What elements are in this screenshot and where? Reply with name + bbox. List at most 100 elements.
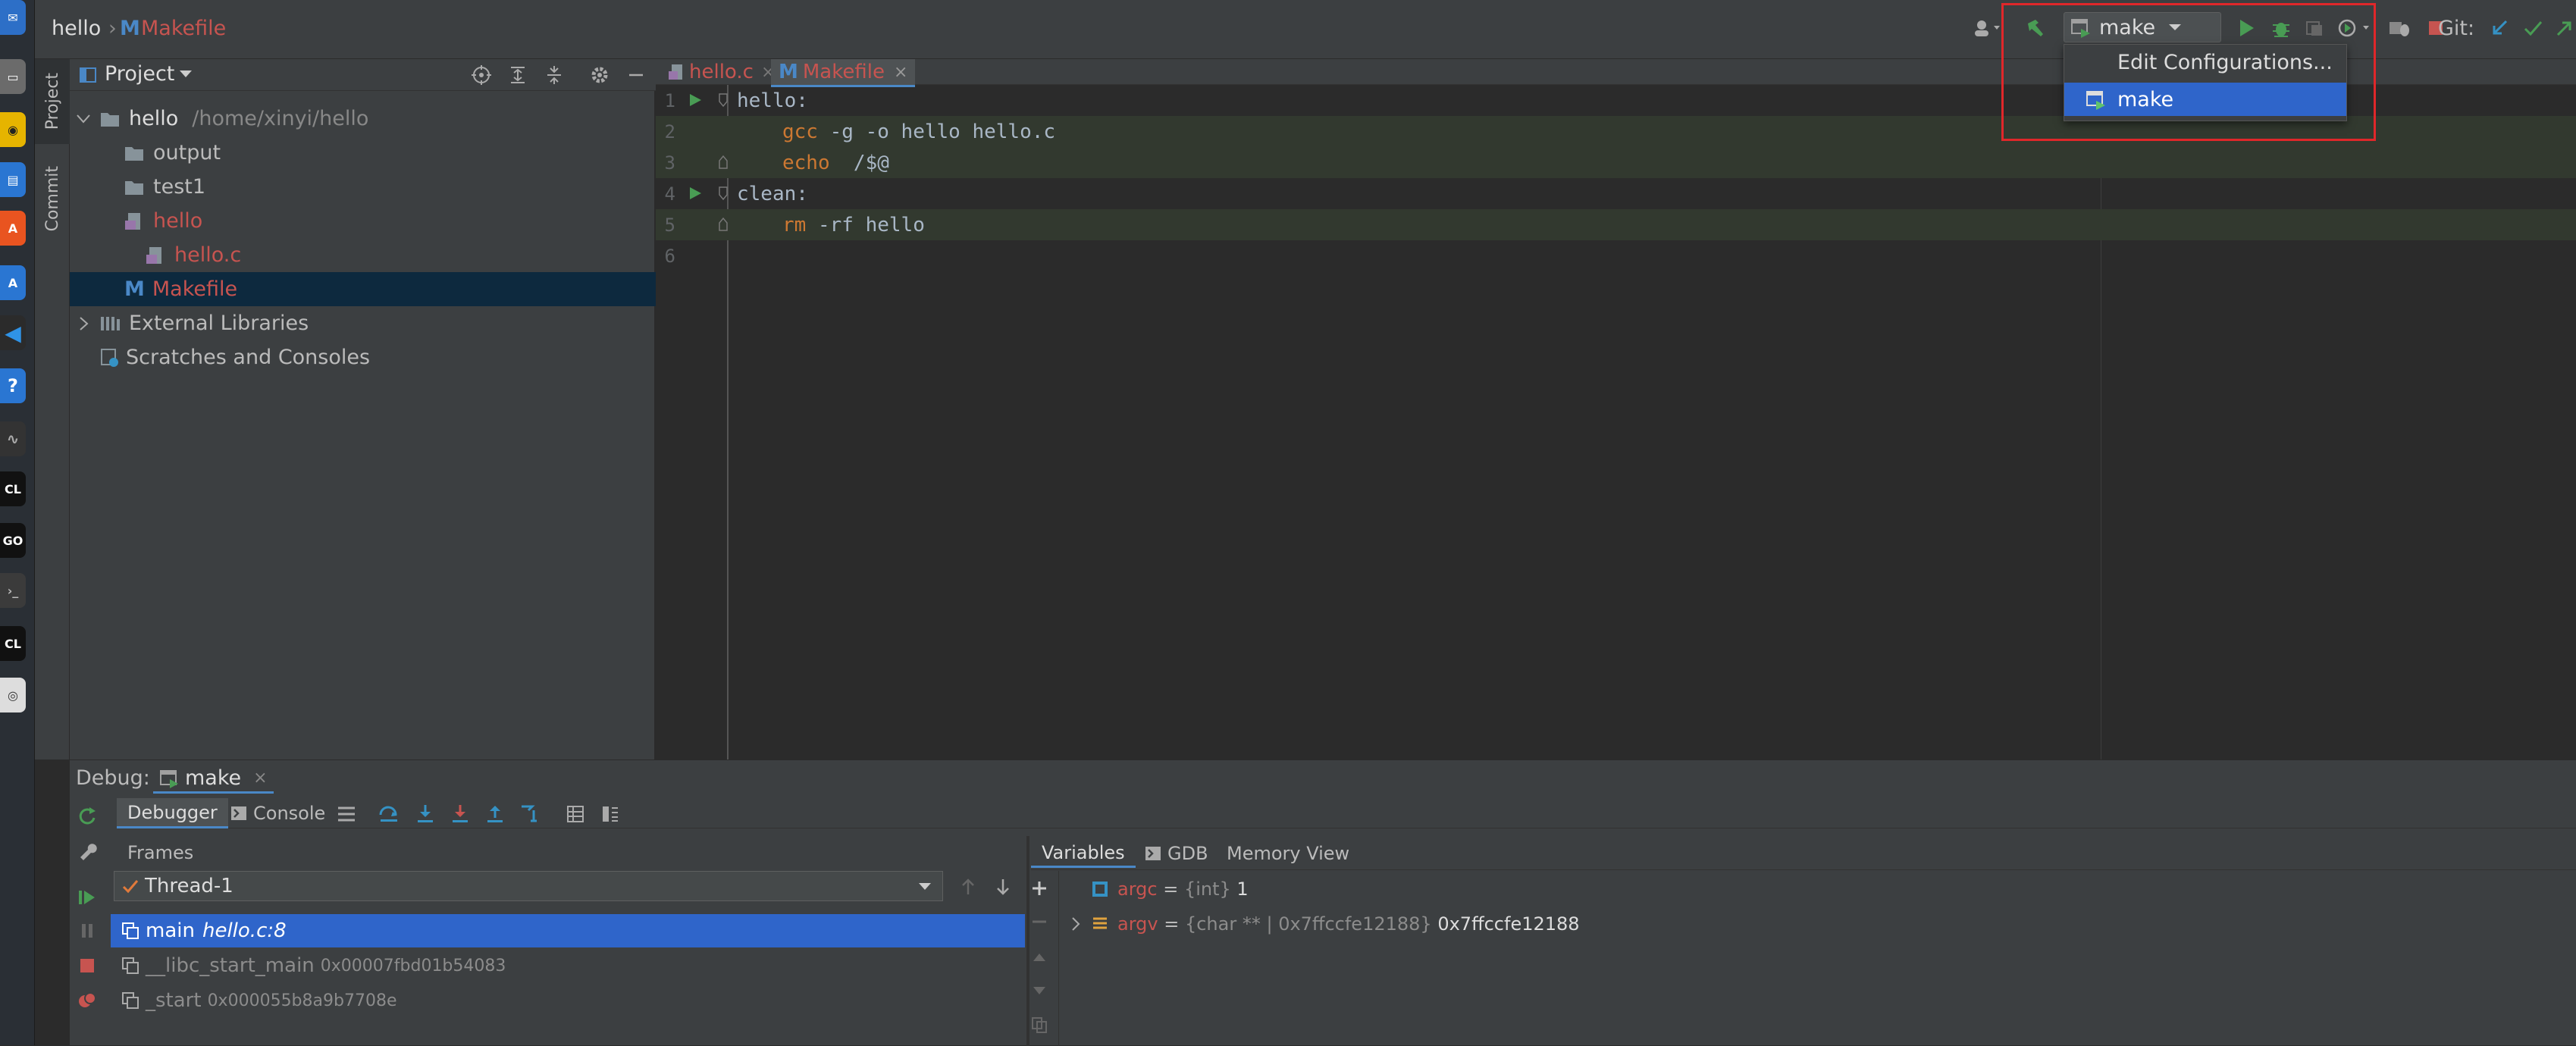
thread-selector[interactable]: Thread-1 [114, 871, 943, 901]
executable-file-icon [125, 212, 140, 230]
debug-tool-window: Debug: make × Debugger Console Frames Th… [70, 759, 2576, 1046]
tab-console[interactable]: Console [230, 798, 325, 828]
collapse-all-icon[interactable] [544, 65, 564, 85]
makefile-icon: M [124, 277, 145, 301]
config-icon [160, 769, 178, 788]
highlight-annotation-box [2001, 3, 2376, 141]
tree-scratches[interactable]: Scratches and Consoles [70, 340, 656, 374]
chevron-down-icon [180, 70, 192, 77]
force-step-into-icon[interactable] [449, 803, 472, 825]
console-icon [1145, 847, 1161, 860]
frame-row-start[interactable]: _start 0x000055b8a9b7708e [111, 984, 1025, 1017]
editor: hello.c × M Makefile × 1 hello: 2 gcc -g… [656, 59, 2576, 759]
variable-row-argv[interactable]: argv = {char ** | 0x7ffccfe12188} 0x7ffc… [1064, 909, 1580, 939]
add-watch-icon[interactable] [1028, 877, 1051, 900]
watch-toolbar-divider [1058, 871, 1059, 1046]
clion-icon[interactable]: CL [0, 471, 26, 506]
tab-memory-view[interactable]: Memory View [1227, 839, 1349, 868]
commit-tab-label: Commit [42, 165, 62, 232]
project-tool-tab[interactable]: Project [35, 59, 70, 144]
tree-item-hello-binary[interactable]: hello [70, 204, 656, 238]
run-target-icon[interactable] [688, 186, 703, 201]
commit-tool-tab[interactable]: Commit [35, 153, 70, 244]
rerun-icon[interactable] [76, 804, 99, 827]
root-path: /home/xinyi/hello [192, 107, 369, 130]
run-target-icon[interactable] [688, 92, 703, 108]
minimize-icon[interactable] [626, 65, 646, 85]
code-line-5[interactable]: 5 rm -rf hello [656, 209, 2576, 240]
rhythmbox-icon[interactable]: ◉ [0, 112, 26, 147]
clion-icon-2[interactable]: CL [0, 626, 26, 661]
git-push-icon[interactable] [2552, 17, 2574, 39]
checkmark-icon [122, 880, 139, 894]
software-icon[interactable]: A [0, 211, 26, 246]
breadcrumb-file[interactable]: Makefile [141, 17, 226, 40]
git-update-icon[interactable] [2488, 17, 2511, 39]
debug-session-tab[interactable]: make × [153, 765, 274, 794]
step-over-icon[interactable] [378, 803, 400, 825]
frame-row-main[interactable]: main hello.c:8 [111, 914, 1025, 947]
code-line-3[interactable]: 3 echo /$@ [656, 147, 2576, 178]
c-file-icon [669, 64, 682, 80]
folder-icon [125, 146, 143, 161]
frame-icon [122, 957, 139, 974]
scratches-icon [101, 348, 118, 367]
tab-debugger[interactable]: Debugger [117, 798, 228, 828]
step-out-icon[interactable] [484, 803, 506, 825]
fold-icon [719, 93, 728, 108]
next-frame-icon[interactable] [992, 875, 1014, 898]
tab-variables[interactable]: Variables [1031, 839, 1136, 868]
tree-item-hello-c[interactable]: hello.c [70, 238, 656, 272]
view-breakpoints-icon[interactable] [76, 989, 99, 1012]
vscode-icon[interactable]: ◀ [0, 315, 26, 350]
fold-icon [719, 186, 728, 201]
table-view-icon[interactable] [564, 803, 587, 825]
locate-icon[interactable] [472, 65, 491, 85]
tab-hello-c[interactable]: hello.c × [660, 59, 782, 85]
tree-external-libraries[interactable]: External Libraries [70, 306, 656, 340]
variable-row-argc[interactable]: argc = {int} 1 [1064, 874, 1249, 904]
expand-all-icon[interactable] [508, 65, 528, 85]
project-panel-title[interactable]: Project [105, 62, 174, 86]
resume-icon[interactable] [76, 886, 99, 909]
wrench-icon[interactable] [76, 839, 99, 862]
code-line-6[interactable]: 6 [656, 240, 2576, 271]
breadcrumb-separator-icon: › [108, 17, 117, 40]
ubuntu-dock: ✉ ▭ ◉ ▤ A A ◀ ? ∿ CL GO ›_ CL ◎ [0, 0, 35, 1045]
tree-item-test1[interactable]: test1 [70, 170, 656, 204]
run-to-cursor-icon[interactable] [519, 803, 541, 825]
help-icon[interactable]: ? [0, 368, 26, 403]
gear-icon[interactable] [590, 65, 610, 85]
project-tab-label: Project [42, 73, 62, 130]
list-icon[interactable] [335, 803, 358, 825]
project-panel: Project hello /home/xinyi/hello output t… [70, 59, 656, 759]
dvd-icon[interactable]: ◎ [0, 678, 26, 712]
tree-item-output[interactable]: output [70, 136, 656, 170]
attach-process-icon[interactable] [2388, 17, 2411, 39]
thunderbird-icon[interactable]: ✉ [0, 0, 26, 35]
code-line-4[interactable]: 4 clean: [656, 178, 2576, 209]
chevron-right-icon [80, 316, 89, 330]
terminal-icon[interactable]: ›_ [0, 573, 26, 608]
goland-icon[interactable]: GO [0, 523, 26, 558]
stop-icon[interactable] [76, 954, 99, 977]
account-icon[interactable] [1971, 17, 2004, 39]
chevron-down-icon [919, 883, 931, 890]
tab-makefile[interactable]: M Makefile × [771, 59, 916, 87]
tree-root-hello[interactable]: hello /home/xinyi/hello [70, 102, 656, 136]
tab-gdb[interactable]: GDB [1145, 839, 1208, 868]
layout-icon[interactable] [599, 803, 622, 825]
tree-item-makefile[interactable]: M Makefile [70, 272, 656, 306]
system-monitor-icon[interactable]: ∿ [0, 421, 26, 456]
frame-icon [122, 992, 139, 1009]
files-icon[interactable]: ▭ [0, 59, 26, 94]
breadcrumb-project[interactable]: hello [52, 17, 101, 40]
close-icon[interactable]: × [894, 63, 907, 82]
root-name: hello [129, 107, 179, 130]
frame-row-libc-start-main[interactable]: __libc_start_main 0x00007fbd01b54083 [111, 949, 1025, 982]
app-icon[interactable]: A [0, 265, 26, 300]
writer-icon[interactable]: ▤ [0, 162, 26, 197]
step-into-icon[interactable] [414, 803, 437, 825]
git-commit-icon[interactable] [2521, 17, 2544, 39]
close-icon[interactable]: × [253, 769, 267, 788]
